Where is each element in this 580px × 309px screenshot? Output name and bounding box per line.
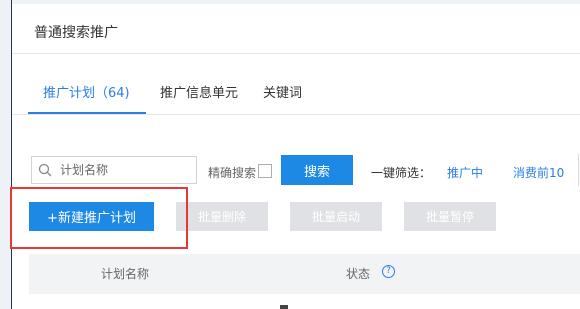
cursor-mark [280,305,288,309]
title-divider [12,53,580,54]
tab-keywords[interactable]: 关键词 [263,82,302,101]
search-box[interactable] [31,156,197,184]
search-button[interactable]: 搜索 [281,155,353,185]
tab-ad-units[interactable]: 推广信息单元 [160,82,238,101]
search-icon [38,163,52,177]
column-header-plan-name[interactable]: 计划名称 [101,265,149,282]
filter-option-active[interactable]: 推广中 [447,164,483,181]
search-input[interactable] [60,161,190,179]
batch-enable-button[interactable]: 批量启动 [290,202,382,231]
tab-bar-divider [12,114,580,115]
filter-divider [578,154,579,186]
batch-delete-button[interactable]: 批量删除 [176,202,268,231]
left-side-strip [0,0,12,309]
help-icon[interactable]: ? [382,265,395,278]
quick-filter-label: 一键筛选： [371,166,432,180]
highlight-box [10,187,188,249]
exact-search-label: 精确搜索 [208,166,257,180]
filter-option-top-spend[interactable]: 消费前10 [513,164,564,181]
column-header-status[interactable]: 状态 [346,265,370,282]
exact-search-checkbox[interactable] [258,164,272,178]
tab-campaigns[interactable]: 推广计划（64) [43,82,130,101]
top-strip [12,0,580,4]
batch-pause-button[interactable]: 批量暂停 [404,202,496,231]
panel-title: 普通搜索推广 [34,25,118,41]
